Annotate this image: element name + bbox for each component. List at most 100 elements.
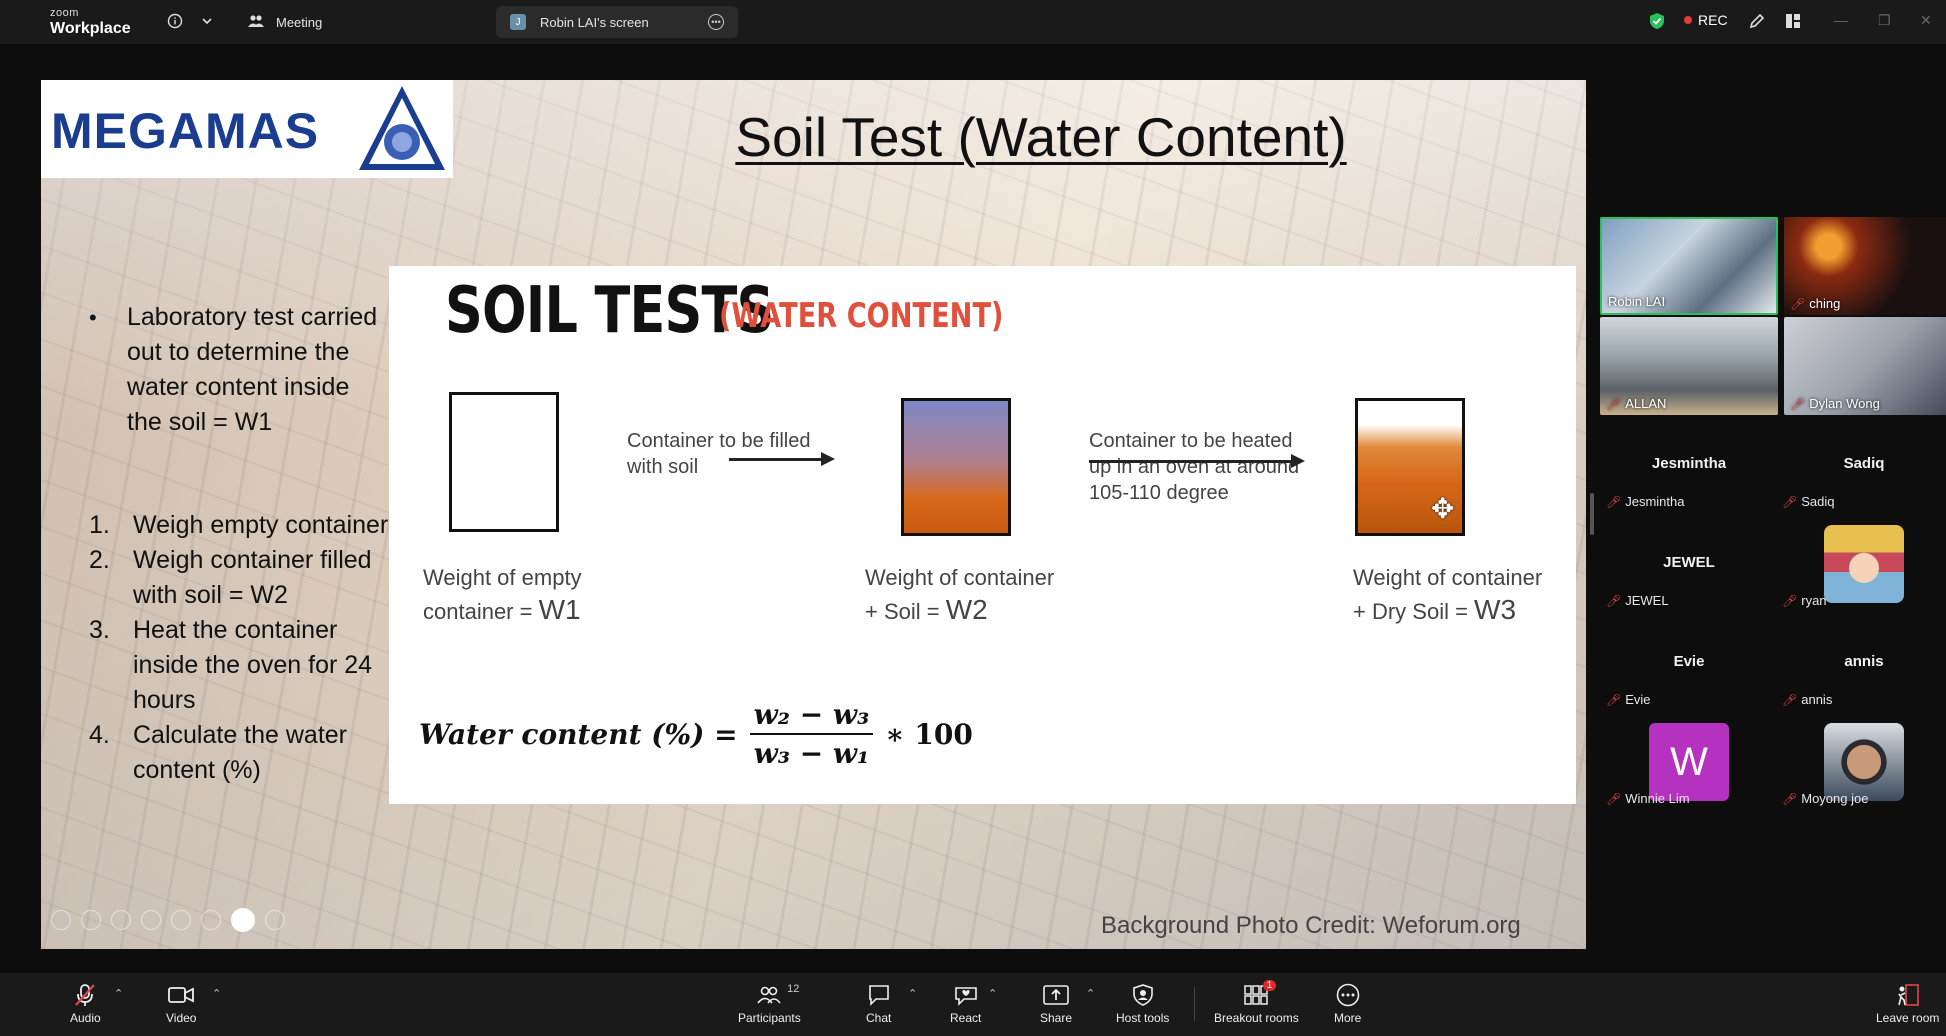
participant-name: 🎤︎ ryan <box>1782 593 1827 608</box>
caption-w2-line2: + Soil = <box>865 599 946 624</box>
participant-display-name[interactable]: Sadiq <box>1775 455 1946 472</box>
arrow2-icon <box>1089 454 1305 468</box>
mic-muted-icon: 🎤︎ <box>1782 494 1798 509</box>
participant-display-name[interactable]: annis <box>1775 653 1946 670</box>
slide-controls <box>51 908 285 932</box>
participant-name: 🎤︎ Dylan Wong <box>1790 396 1880 411</box>
shared-screen[interactable]: MEGAMAS Soil Test (Water Content) • Labo… <box>41 80 1586 949</box>
chat-label: Chat <box>866 1011 892 1025</box>
audio-button[interactable]: Audio <box>70 983 101 1025</box>
react-button[interactable]: React <box>950 983 981 1025</box>
mic-muted-icon: 🎤︎ <box>1606 791 1622 806</box>
camera-icon[interactable] <box>231 908 255 932</box>
participant-name-text: ryan <box>1801 593 1827 608</box>
participant-tile[interactable]: 🎤︎ ching <box>1784 217 1946 315</box>
video-options-icon[interactable]: ⌃ <box>212 987 221 1000</box>
more-options-icon[interactable]: ••• <box>708 14 724 30</box>
mic-muted-icon: 🎤︎ <box>1606 692 1622 707</box>
avatar[interactable] <box>1824 525 1904 603</box>
bullet-marker: • <box>89 305 97 330</box>
host-tools-button[interactable]: Host tools <box>1116 983 1169 1025</box>
leave-room-button[interactable]: Leave room <box>1876 983 1939 1025</box>
participant-name-text: annis <box>1801 692 1833 707</box>
recording-indicator[interactable]: REC <box>1684 12 1728 28</box>
brand-big: Workplace <box>50 20 131 37</box>
caption-w3: Weight of container + Dry Soil = W3 <box>1353 562 1542 628</box>
recording-dot-icon <box>1684 16 1692 24</box>
more-button[interactable]: More <box>1334 983 1361 1025</box>
mic-muted-icon: 🎤︎ <box>1606 396 1622 411</box>
tab-shared-screen[interactable]: J Robin LAI's screen ••• <box>496 6 738 38</box>
arrow2-line3: 105-110 degree <box>1089 482 1229 504</box>
chat-options-icon[interactable]: ⌃ <box>908 987 917 1000</box>
pen-tool-icon[interactable] <box>111 910 131 930</box>
close-icon[interactable]: ✕ <box>1920 12 1932 29</box>
steps-list: 1. Weigh empty container 2. Weigh containe… <box>89 508 389 788</box>
zoom-icon[interactable] <box>171 910 191 930</box>
participant-name-text: ching <box>1809 296 1841 311</box>
step-text: Heat the container inside the oven for 2… <box>133 616 373 714</box>
tab-meeting-label: Meeting <box>276 14 323 30</box>
step-item: 3. Heat the container inside the oven for… <box>89 613 389 718</box>
company-logo: MEGAMAS <box>41 80 453 178</box>
slide-more-icon[interactable] <box>265 910 285 930</box>
step-number: 1. <box>89 511 110 539</box>
subtitles-icon[interactable] <box>201 910 221 930</box>
maximize-icon[interactable]: ❐ <box>1878 12 1891 29</box>
gallery-scrollbar[interactable] <box>1590 493 1594 535</box>
participant-tile[interactable]: 🎤︎ Dylan Wong <box>1784 317 1946 415</box>
meeting-toolbar: Audio ⌃ Video ⌃ 12 Participants Chat ⌃ R… <box>0 973 1946 1036</box>
share-options-icon[interactable]: ⌃ <box>1086 987 1095 1000</box>
participants-button[interactable]: 12 Participants <box>738 983 801 1025</box>
step-text: Weigh empty container <box>133 511 389 539</box>
chevron-down-icon[interactable] <box>196 10 218 32</box>
step-number: 2. <box>89 546 110 574</box>
next-slide-icon[interactable] <box>81 910 101 930</box>
participant-name-text: JEWEL <box>1625 593 1669 608</box>
brand-small: zoom <box>50 7 79 19</box>
share-screen-icon <box>1043 983 1069 1007</box>
participant-name-text: ALLAN <box>1625 396 1667 411</box>
view-layout-icon[interactable] <box>1782 10 1804 32</box>
breakout-rooms-button[interactable]: 1 Breakout rooms <box>1214 980 1299 1025</box>
annotate-pen-icon[interactable] <box>1746 10 1768 32</box>
caption-w2: Weight of container + Soil = W2 <box>865 562 1054 628</box>
participant-display-name[interactable]: Jesmintha <box>1600 455 1778 472</box>
minimize-icon[interactable]: — <box>1834 12 1848 28</box>
tab-meeting[interactable]: Meeting <box>234 6 490 38</box>
share-button[interactable]: Share <box>1040 983 1072 1025</box>
mic-muted-icon: 🎤︎ <box>1606 593 1622 608</box>
participant-display-name[interactable]: JEWEL <box>1600 554 1778 571</box>
caption-w2-var: W2 <box>945 594 988 625</box>
caption-w1-line1: Weight of empty <box>423 565 582 590</box>
info-icon[interactable] <box>164 10 186 32</box>
participant-name-text: Sadiq <box>1801 494 1835 509</box>
slides-grid-icon[interactable] <box>141 910 161 930</box>
participants-icon: 12 <box>757 983 799 1007</box>
logo-seal-icon <box>359 86 445 170</box>
soil-tests-figure: SOIL TESTS (WATER CONTENT) Container to … <box>389 266 1576 804</box>
chat-bubble-icon <box>867 983 891 1007</box>
prev-slide-icon[interactable] <box>51 910 71 930</box>
avatar[interactable]: W <box>1649 723 1729 801</box>
avatar[interactable] <box>1824 723 1904 801</box>
figure-subtitle: (WATER CONTENT) <box>719 296 1004 336</box>
participant-name: 🎤︎ ALLAN <box>1606 396 1666 411</box>
participant-display-name[interactable]: Evie <box>1600 653 1778 670</box>
audio-options-icon[interactable]: ⌃ <box>114 987 123 1000</box>
video-button[interactable]: Video <box>166 983 196 1025</box>
mic-muted-icon: 🎤︎ <box>1782 692 1798 707</box>
breakout-rooms-label: Breakout rooms <box>1214 1011 1299 1025</box>
toolbar-divider <box>1194 987 1195 1021</box>
security-shield-icon[interactable] <box>1646 10 1668 32</box>
participant-tile[interactable]: Robin LAI <box>1600 217 1778 315</box>
participant-tile[interactable]: 🎤︎ ALLAN <box>1600 317 1778 415</box>
slide-title: Soil Test (Water Content) <box>735 106 1347 168</box>
chat-button[interactable]: Chat <box>866 983 891 1025</box>
participant-name-text: Robin LAI <box>1608 294 1666 309</box>
react-options-icon[interactable]: ⌃ <box>988 987 997 1000</box>
mic-muted-icon: 🎤︎ <box>1790 296 1806 311</box>
more-label: More <box>1334 1011 1362 1025</box>
leave-room-label: Leave room <box>1876 1011 1940 1025</box>
mic-muted-icon: 🎤︎ <box>1790 396 1806 411</box>
